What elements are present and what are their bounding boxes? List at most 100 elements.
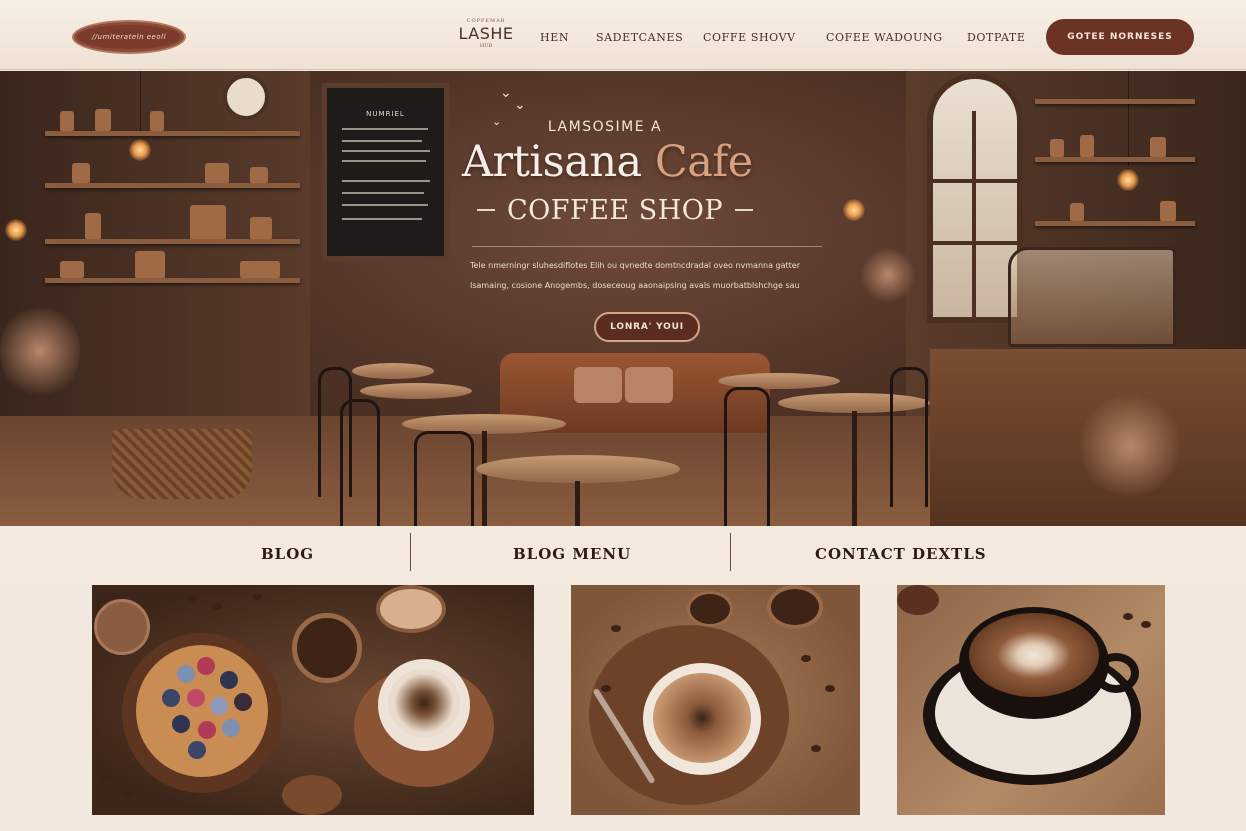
window-mullion [930, 179, 1020, 183]
nav-link-coffee-shop[interactable]: COFFE SHOVV [703, 31, 796, 44]
brand-name: LASHE [458, 24, 514, 43]
berry [197, 657, 215, 675]
nav-link-coffee-wadoung[interactable]: COFEE WADOUNG [826, 31, 943, 44]
berry [234, 693, 252, 711]
coffee-crema [653, 673, 751, 763]
hero-title: Artisana Cafe [462, 137, 828, 187]
bistro-chair [724, 387, 770, 526]
jar [205, 163, 229, 183]
coffee-bean-icon [825, 685, 835, 692]
wall-clock-icon [223, 74, 269, 120]
chalk-line [342, 218, 422, 220]
berry [172, 715, 190, 733]
table-leg [852, 411, 857, 526]
brand-logo[interactable]: COPPEMAB LASHE HUB [450, 18, 522, 49]
latte-art [969, 613, 1099, 697]
lamp-cord [1128, 71, 1129, 166]
jar [190, 205, 226, 239]
subtitle-dash [735, 209, 754, 211]
chalk-line [342, 128, 428, 130]
dried-plant [0, 301, 80, 401]
jar [95, 109, 111, 131]
section-tab-contact-details[interactable]: CONTACT DEXTLS [815, 545, 987, 563]
jar [135, 251, 165, 278]
blog-card-latte[interactable] [571, 585, 860, 815]
pendant-lamp-icon [843, 199, 865, 221]
jar [1050, 139, 1064, 157]
bean-dish [767, 585, 823, 629]
coffee-bean-icon [212, 603, 222, 610]
section-tab-blog-menu[interactable]: BLOG MENU [513, 545, 631, 563]
nav-link-dotpate[interactable]: DOTPATE [967, 31, 1025, 44]
jar [150, 111, 164, 131]
chalk-line [342, 192, 424, 194]
dried-plant [860, 247, 916, 303]
chalk-line [342, 140, 422, 142]
jar [60, 261, 84, 278]
cafe-table [360, 383, 472, 399]
coffee-bean-icon [1123, 613, 1133, 620]
chalk-line [342, 160, 426, 162]
pendant-lamp-icon [1117, 169, 1139, 191]
brand-sub-text: HUB [479, 43, 493, 49]
coffee-bean-icon [811, 745, 821, 752]
coffee-bean-icon [601, 685, 611, 692]
coffee-crema [388, 669, 460, 737]
jar [240, 261, 280, 278]
coffee-bean-icon [801, 655, 811, 662]
logo-text: //umiterateln eeoll [91, 33, 167, 41]
cafe-table [476, 455, 680, 483]
hero-title-main: Artisana [462, 137, 655, 187]
hero-divider [472, 246, 822, 247]
coffee-bean-bowl [292, 613, 362, 683]
berry [162, 689, 180, 707]
berry [188, 741, 206, 759]
pendant-lamp-icon [5, 219, 27, 241]
pastry-display-case [1008, 247, 1176, 347]
jar [1150, 137, 1166, 157]
coffee-bean-icon [611, 625, 621, 632]
shelf [1035, 221, 1195, 226]
blog-card-cappuccino[interactable] [897, 585, 1165, 815]
hero-title-accent: Cafe [654, 137, 753, 187]
bird-icon: ⌄ [500, 85, 512, 101]
berry [220, 671, 238, 689]
chalkboard-menu: NUMRIEL [322, 83, 449, 261]
hero-cta-button[interactable]: LONRA' YOUI [594, 312, 700, 342]
berry [198, 721, 216, 739]
bean-dish [687, 591, 733, 627]
jar [60, 111, 74, 131]
shelf [45, 239, 300, 244]
coffee-bean-icon [122, 791, 132, 798]
hero-subtitle: COFFEE SHOP [506, 194, 724, 226]
nav-link-hen[interactable]: HEN [540, 31, 569, 44]
berry [187, 689, 205, 707]
bistro-chair [890, 367, 928, 507]
jar [1080, 135, 1094, 157]
berry [177, 665, 195, 683]
shelf [45, 131, 300, 136]
bird-icon: ⌄ [514, 97, 526, 113]
chalkboard-title: NUMRIEL [366, 110, 405, 118]
chalk-line [342, 180, 430, 182]
hero-description-line: Tele nmerningr sluhesdiflotes Elih ou qv… [470, 261, 800, 270]
shelf [45, 278, 300, 283]
hero-banner: NUMRIEL ⌄ ⌄ ⌄ LAMSOSIME A Artisana Cafe … [0, 71, 1246, 526]
header-cta-button[interactable]: GOTEE NORNESES [1046, 19, 1194, 55]
subtitle-dash [476, 209, 495, 211]
hero-description-line: Isamaing, cosione Anogembs, doseceoug aa… [470, 281, 800, 290]
bistro-chair [414, 431, 474, 526]
berry [210, 697, 228, 715]
nav-link-sadetcanes[interactable]: SADETCANES [596, 31, 683, 44]
dried-plant [1080, 391, 1180, 501]
jar [1070, 203, 1084, 221]
sofa-pillow [625, 367, 673, 403]
jar [1160, 201, 1176, 221]
table-leg [575, 481, 580, 526]
cocoa-bowl [282, 775, 342, 815]
section-tab-blog[interactable]: BLOG [261, 545, 314, 563]
section-divider [730, 533, 731, 571]
jar [250, 167, 268, 183]
logo-badge[interactable]: //umiterateln eeoll [72, 20, 186, 54]
blog-card-cake-coffee[interactable] [92, 585, 534, 815]
